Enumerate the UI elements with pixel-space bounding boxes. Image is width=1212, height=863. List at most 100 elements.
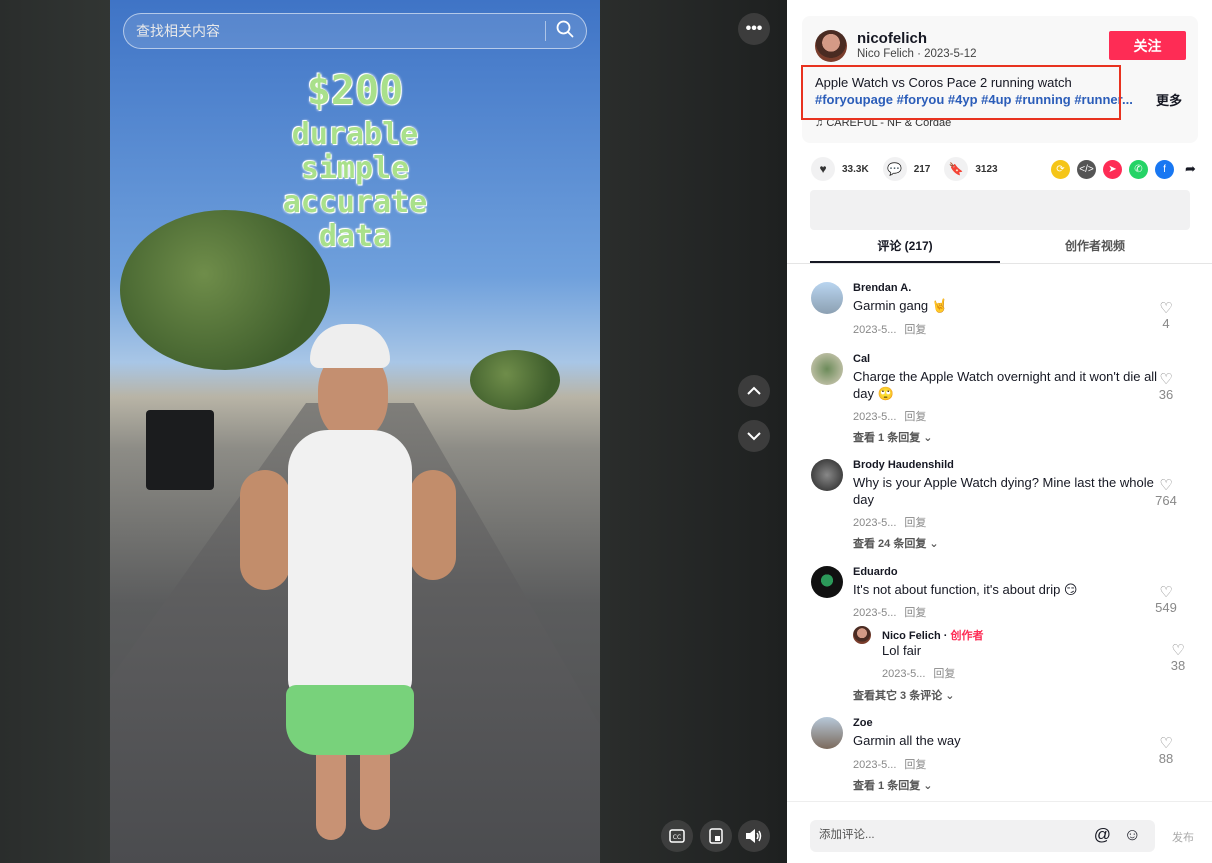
tree <box>470 350 560 410</box>
post-comment-button[interactable]: 发布 <box>1172 829 1194 845</box>
comment-item: Eduardo It's not about function, it's ab… <box>811 566 1191 706</box>
author-username[interactable]: nicofelich <box>857 30 927 47</box>
more-options-button[interactable]: ••• <box>738 13 770 45</box>
follow-button[interactable]: 关注 <box>1109 31 1186 60</box>
previous-video-button[interactable] <box>738 375 770 407</box>
emoji-icon[interactable]: ☺ <box>1124 820 1141 850</box>
comment-like[interactable]: ♡ 549 <box>1153 584 1179 615</box>
heart-outline-icon: ♡ <box>1159 584 1173 601</box>
search-icon[interactable] <box>556 20 574 43</box>
chevron-down-icon: ⌄ <box>923 780 933 792</box>
chevron-down-icon: ⌄ <box>923 432 933 444</box>
author-subline: Nico Felich · 2023-5-12 <box>857 48 977 60</box>
svg-text:CC: CC <box>673 834 681 841</box>
reply-meta: 2023-5... 回复 <box>882 665 963 681</box>
comment-author[interactable]: Eduardo <box>853 566 898 578</box>
tab-creator-videos[interactable]: 创作者视频 <box>1000 233 1190 263</box>
reply-text: Lol fair <box>882 643 922 658</box>
next-video-button[interactable] <box>738 420 770 452</box>
like-stat[interactable]: ♥ 33.3K <box>811 157 869 181</box>
embed-icon[interactable]: </> <box>1077 159 1096 179</box>
overlay-line: simple <box>300 151 410 186</box>
repost-icon[interactable]: ⟳ <box>1051 159 1070 179</box>
search-bar[interactable]: 查找相关内容 <box>123 13 587 49</box>
view-replies-button[interactable]: 查看 24 条回复 ⌄ <box>853 535 939 551</box>
chevron-down-icon: ⌄ <box>929 538 939 550</box>
captions-button[interactable]: CC <box>661 820 693 852</box>
comment-icon: 💬 <box>882 157 907 181</box>
cc-icon: CC <box>669 829 685 843</box>
comment-count: 217 <box>913 163 931 175</box>
view-replies-button[interactable]: 查看 1 条回复 ⌄ <box>853 777 933 793</box>
reply-button[interactable]: 回复 <box>904 759 926 771</box>
chevron-down-icon: ⌄ <box>945 690 955 702</box>
reply-button[interactable]: 回复 <box>904 517 926 529</box>
overlay-line: data <box>318 219 392 254</box>
more-button[interactable]: 更多 <box>1156 90 1182 109</box>
view-replies-label: 查看 24 条回复 <box>853 538 927 550</box>
avatar[interactable] <box>811 717 843 749</box>
avatar[interactable] <box>811 566 843 598</box>
comment-like-count: 4 <box>1162 316 1170 331</box>
volume-button[interactable] <box>738 820 770 852</box>
comment-input[interactable]: 添加评论... @ ☺ <box>810 820 1155 852</box>
runner-tank-top <box>288 430 412 700</box>
overlay-line: accurate <box>282 185 428 220</box>
save-count: 3123 <box>975 163 998 175</box>
engagement-bar: ♥ 33.3K 💬 217 🔖 3123 ⟳ </> ➤ ✆ f ➦ <box>811 156 1200 182</box>
ellipsis-icon: ••• <box>745 20 763 37</box>
author-avatar[interactable] <box>815 30 847 62</box>
comment-like[interactable]: ♡ 764 <box>1153 478 1179 508</box>
comment-meta: 2023-5... 回复 <box>853 604 934 620</box>
avatar[interactable] <box>811 353 843 385</box>
comment-like-count: 764 <box>1155 493 1177 508</box>
comment-input-placeholder: 添加评论... <box>819 829 875 841</box>
comment-like[interactable]: ♡ 88 <box>1153 736 1179 766</box>
comment-date: 2023-5... <box>853 411 897 423</box>
runner-cap <box>310 324 390 368</box>
whatsapp-icon[interactable]: ✆ <box>1129 159 1148 179</box>
tab-comments[interactable]: 评论 (217) <box>810 233 1000 263</box>
like-count: 33.3K <box>842 163 869 175</box>
mini-player-button[interactable] <box>700 820 732 852</box>
avatar[interactable] <box>811 282 843 314</box>
reply-button[interactable]: 回复 <box>904 411 926 423</box>
facebook-icon[interactable]: f <box>1155 159 1174 179</box>
mention-icon[interactable]: @ <box>1094 820 1111 850</box>
reply-author[interactable]: Nico Felich <box>882 630 941 642</box>
comment-author[interactable]: Zoe <box>853 717 873 729</box>
chevron-up-icon <box>747 386 761 395</box>
reply-button[interactable]: 回复 <box>904 324 926 336</box>
details-panel: nicofelich Nico Felich · 2023-5-12 关注 Ap… <box>787 0 1212 863</box>
view-replies-button[interactable]: 查看 1 条回复 ⌄ <box>853 429 933 445</box>
reply-item: Nico Felich · 创作者 Lol fair 2023-5... 回复 ♡… <box>853 626 1191 680</box>
pip-icon <box>709 828 723 844</box>
heart-outline-icon: ♡ <box>1159 300 1173 317</box>
heart-outline-icon: ♡ <box>1159 371 1173 388</box>
divider <box>787 263 1212 264</box>
reply-like[interactable]: ♡ 38 <box>1165 643 1191 673</box>
comment-stat[interactable]: 💬 217 <box>882 157 931 181</box>
avatar[interactable] <box>811 459 843 491</box>
reply-button[interactable]: 回复 <box>904 607 926 619</box>
comment-text: It's not about function, it's about drip… <box>853 582 1078 597</box>
comment-author[interactable]: Brody Haudenshild <box>853 459 954 471</box>
comment-like[interactable]: ♡ 36 <box>1153 371 1179 402</box>
comment-like[interactable]: ♡ 4 <box>1153 300 1179 331</box>
save-stat[interactable]: 🔖 3123 <box>944 157 998 181</box>
share-arrow-icon[interactable]: ➦ <box>1181 160 1200 179</box>
comment-author[interactable]: Cal <box>853 353 870 365</box>
reply-button[interactable]: 回复 <box>933 668 955 680</box>
comment-meta: 2023-5... 回复 <box>853 321 934 337</box>
overlay-line: durable <box>291 117 419 152</box>
send-icon[interactable]: ➤ <box>1103 159 1122 179</box>
comment-like-count: 36 <box>1158 387 1174 402</box>
view-more-comments-button[interactable]: 查看其它 3 条评论 ⌄ <box>853 687 955 703</box>
comment-item: Brendan A. Garmin gang 🤘 2023-5... 回复 ♡ 4 <box>811 282 1191 342</box>
video-panel: $200 durable simple accurate data 查找相关内容… <box>0 0 787 863</box>
comment-author[interactable]: Brendan A. <box>853 282 911 294</box>
search-input[interactable]: 查找相关内容 <box>136 21 545 41</box>
comment-item: Brody Haudenshild Why is your Apple Watc… <box>811 459 1191 559</box>
avatar[interactable] <box>853 626 871 644</box>
link-bar[interactable] <box>810 190 1190 230</box>
